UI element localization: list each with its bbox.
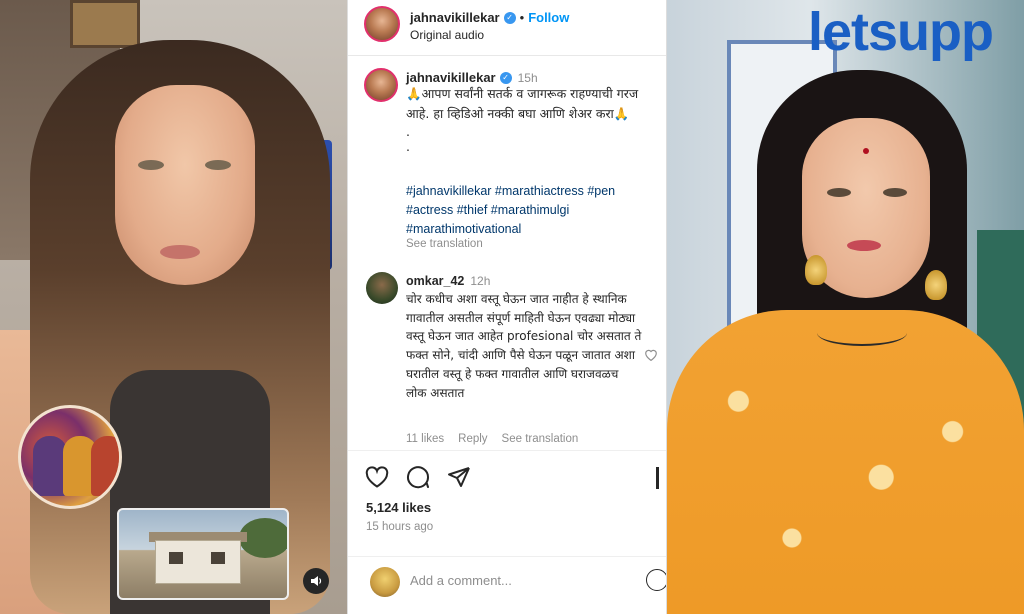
letsupp-logo: letsupp <box>808 2 994 62</box>
follow-button[interactable]: Follow <box>528 10 569 25</box>
earring <box>925 270 947 300</box>
audio-label[interactable]: Original audio <box>410 28 484 42</box>
verified-icon: ✓ <box>499 71 512 84</box>
house-window <box>211 552 225 564</box>
heart-icon[interactable] <box>364 464 390 490</box>
left-eye <box>138 160 164 170</box>
right-eye <box>883 188 907 197</box>
hashtags[interactable]: #jahnavikillekar #marathiactress #pen #a… <box>406 182 656 239</box>
family-photo-inset <box>18 405 122 509</box>
necklace <box>817 320 907 346</box>
caption-avatar[interactable] <box>364 68 398 102</box>
likes-count[interactable]: 5,124 likes <box>366 500 431 515</box>
house-window <box>169 552 183 564</box>
left-video-frame <box>0 0 347 614</box>
header-user-row: jahnavikillekar ✓ • Follow <box>410 9 569 27</box>
comment-text: चोर कधीच अशा वस्तू घेऊन जात नाहीत हे स्थ… <box>406 292 642 400</box>
see-translation-link[interactable]: See translation <box>406 238 483 250</box>
comment-user-row: omkar_42 12h <box>406 274 490 288</box>
comment-icon[interactable] <box>405 464 431 490</box>
house <box>155 540 241 584</box>
caption-username[interactable]: jahnavikillekar <box>406 70 496 85</box>
comment-time: 12h <box>470 274 491 288</box>
yellow-dress <box>667 310 1024 614</box>
separator-dot: • <box>519 10 525 25</box>
bookmark-icon[interactable] <box>656 467 659 489</box>
share-icon[interactable] <box>446 464 472 490</box>
comment-meta: 11 likes Reply See translation <box>406 433 592 445</box>
comment-like-heart-icon[interactable] <box>644 348 658 364</box>
caption-time: 15h <box>517 71 538 85</box>
left-eye <box>827 188 851 197</box>
caption-text: 🙏आपण सर्वांनी सतर्क व जागरूक राहण्याची ग… <box>406 84 656 154</box>
speaker-icon[interactable] <box>303 568 329 594</box>
username[interactable]: jahnavikillekar <box>410 10 500 25</box>
post-age: 15 hours ago <box>366 521 434 533</box>
earring <box>805 255 827 285</box>
verified-icon: ✓ <box>503 11 516 24</box>
comment-likes[interactable]: 11 likes <box>406 433 444 445</box>
right-eye <box>205 160 231 170</box>
profile-avatar[interactable] <box>364 6 400 42</box>
lips <box>160 245 200 259</box>
lips <box>847 240 881 251</box>
post-header: jahnavikillekar ✓ • Follow Original audio <box>348 0 666 56</box>
wall-frame <box>70 0 140 48</box>
viewer-avatar <box>370 567 400 597</box>
reply-link[interactable]: Reply <box>458 433 487 445</box>
instagram-post-panel: jahnavikillekar ✓ • Follow Original audio j… <box>347 0 667 614</box>
house-photo-inset <box>117 508 289 600</box>
inset-person <box>91 436 119 496</box>
inset-person <box>33 436 67 496</box>
caption-body: 🙏आपण सर्वांनी सतर्क व जागरूक राहण्याची ग… <box>406 86 639 121</box>
commenter-username[interactable]: omkar_42 <box>406 274 464 288</box>
right-photo <box>667 0 1024 614</box>
emoji-icon[interactable] <box>646 569 666 591</box>
bindi <box>863 148 869 154</box>
caption-dots: . . <box>406 124 410 154</box>
comment-see-translation[interactable]: See translation <box>502 433 579 445</box>
commenter-avatar[interactable] <box>366 272 398 304</box>
add-comment-bar <box>348 556 666 614</box>
add-comment-input[interactable] <box>410 573 630 588</box>
